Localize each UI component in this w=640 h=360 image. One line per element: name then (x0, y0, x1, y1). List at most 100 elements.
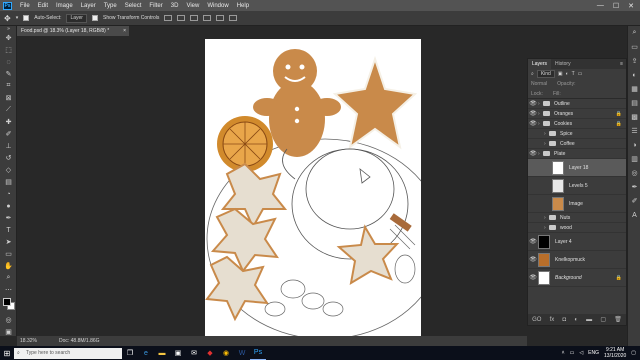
layer-row[interactable]: 👁 › Plate (528, 149, 626, 159)
red-app-icon[interactable]: ◆ (202, 346, 218, 360)
eyedropper-tool-icon[interactable]: ⟋ (0, 104, 17, 116)
network-icon[interactable]: ▭ (570, 350, 575, 356)
swatches-panel-icon[interactable]: ▦ (628, 82, 640, 96)
properties-panel-icon[interactable]: ☰ (628, 124, 640, 138)
align-left-icon[interactable] (164, 15, 173, 21)
canvas-area[interactable] (17, 36, 527, 336)
menu-window[interactable]: Window (203, 3, 232, 9)
type-tool-icon[interactable]: T (0, 224, 17, 236)
blur-tool-icon[interactable]: ◔ (0, 188, 17, 200)
mail-icon[interactable]: ✉ (186, 346, 202, 360)
chrome-icon[interactable]: ◉ (218, 346, 234, 360)
auto-select-checkbox[interactable] (23, 15, 30, 21)
channels-panel-icon[interactable]: ◎ (628, 166, 640, 180)
workspace-icon[interactable]: ▭ (628, 40, 640, 54)
align-right-icon[interactable] (190, 15, 199, 21)
menu-3d[interactable]: 3D (167, 3, 183, 9)
tool-preset-dropdown[interactable]: ▾ (16, 15, 19, 21)
notifications-icon[interactable]: ▢ (631, 350, 636, 356)
paths-panel-icon[interactable]: ✒ (628, 180, 640, 194)
layer-row[interactable]: 👁 Knelkopmuck (528, 251, 626, 269)
layer-thumbnail[interactable] (538, 270, 550, 285)
tray-chevron-icon[interactable]: ˄ (562, 350, 565, 356)
foreground-color-swatch[interactable] (3, 298, 11, 306)
auto-select-dropdown[interactable]: Layer (66, 13, 87, 23)
brushes-panel-icon[interactable]: ✐ (628, 194, 640, 208)
menu-filter[interactable]: Filter (145, 3, 166, 9)
menu-image[interactable]: Image (52, 3, 77, 9)
layer-thumbnail[interactable] (538, 252, 550, 267)
menu-type[interactable]: Type (100, 3, 121, 9)
screen-mode-icon[interactable]: ▣ (0, 326, 17, 338)
photoshop-taskbar-icon[interactable]: Ps (250, 346, 266, 360)
layer-row[interactable]: 👁 › Cookies 🔒 (528, 119, 626, 129)
menu-edit[interactable]: Edit (34, 3, 52, 9)
layer-row[interactable]: 👁 Layer 4 (528, 233, 626, 251)
align-bottom-icon[interactable] (229, 15, 238, 21)
clock[interactable]: 9:21 AM 13/1/2020 (604, 347, 626, 359)
tab-history[interactable]: History (551, 59, 575, 69)
menu-view[interactable]: View (182, 3, 203, 9)
add-style-icon[interactable]: fx (550, 317, 555, 323)
hand-tool-icon[interactable]: ✋ (0, 260, 17, 272)
healing-brush-tool-icon[interactable]: ✚ (0, 116, 17, 128)
crop-tool-icon[interactable]: ⌗ (0, 80, 17, 92)
maximize-button[interactable]: ☐ (613, 2, 619, 10)
patterns-panel-icon[interactable]: ▩ (628, 110, 640, 124)
layer-thumbnail[interactable] (552, 196, 564, 211)
document-tab[interactable]: Food.psd @ 18.3% (Layer 18, RGB/8) * × (17, 26, 129, 36)
taskbar-search-box[interactable]: ⌕ Type here to search (14, 347, 122, 359)
file-explorer-icon[interactable]: ▬ (154, 346, 170, 360)
dodge-tool-icon[interactable]: ● (0, 200, 17, 212)
visibility-eye-icon[interactable]: 👁 (528, 256, 538, 263)
move-tool-icon[interactable]: ✥ (0, 32, 17, 44)
visibility-eye-icon[interactable]: 👁 (528, 274, 538, 281)
filter-type-icon[interactable]: T (572, 71, 575, 77)
layer-row[interactable]: › Nuts (528, 213, 626, 223)
word-icon[interactable]: W (234, 346, 250, 360)
show-transform-checkbox[interactable] (91, 15, 98, 21)
search-icon[interactable]: ⌕ (628, 26, 640, 40)
menu-layer[interactable]: Layer (77, 3, 100, 9)
menu-file[interactable]: File (16, 3, 34, 9)
path-select-tool-icon[interactable]: ➤ (0, 236, 17, 248)
clone-stamp-tool-icon[interactable]: ⊥ (0, 140, 17, 152)
layer-thumbnail[interactable] (538, 234, 550, 249)
windows-start-icon[interactable]: ⊞ (0, 346, 14, 360)
close-window-button[interactable]: ✕ (628, 2, 634, 10)
layer-row[interactable]: Layer 18 (528, 159, 626, 177)
filter-shape-icon[interactable]: ▭ (578, 71, 583, 77)
pen-tool-icon[interactable]: ✒ (0, 212, 17, 224)
new-layer-icon[interactable]: ▢ (600, 316, 606, 323)
store-icon[interactable]: ▣ (170, 346, 186, 360)
artboard[interactable] (205, 39, 421, 336)
gradient-tool-icon[interactable]: ▤ (0, 176, 17, 188)
add-mask-icon[interactable]: ◘ (563, 317, 567, 323)
zoom-tool-icon[interactable]: ⌕ (0, 272, 17, 284)
filter-adjustment-icon[interactable]: ◐ (566, 71, 569, 77)
align-center-icon[interactable] (177, 15, 186, 21)
tab-layers[interactable]: Layers (528, 59, 552, 69)
layer-row[interactable]: 👁 › Outline (528, 99, 626, 109)
zoom-level[interactable]: 18.32% (20, 336, 37, 346)
rectangle-tool-icon[interactable]: ▭ (0, 248, 17, 260)
libraries-panel-icon[interactable]: ▥ (628, 152, 640, 166)
visibility-eye-icon[interactable]: 👁 (528, 238, 538, 245)
layer-row[interactable]: Levels 5 (528, 177, 626, 195)
adjustments-panel-icon[interactable]: ◑ (628, 138, 640, 152)
panel-menu-icon[interactable]: ≡ (620, 59, 626, 69)
language-indicator[interactable]: ENG (588, 350, 599, 356)
delete-layer-icon[interactable]: 🗑 (614, 316, 622, 323)
layer-thumbnail[interactable] (552, 160, 564, 175)
color-swatches[interactable] (0, 296, 17, 314)
visibility-eye-icon[interactable]: 👁 (528, 100, 538, 107)
filter-kind-dropdown[interactable]: Kind (536, 70, 555, 78)
adjustment-layer-icon[interactable]: ◐ (574, 317, 578, 323)
layer-row[interactable]: 👁 › Oranges 🔒 (528, 109, 626, 119)
brush-tool-icon[interactable]: ✐ (0, 128, 17, 140)
move-tool-icon[interactable]: ✥ (4, 14, 11, 23)
volume-icon[interactable]: ◁ (579, 350, 583, 356)
layer-row[interactable]: Image (528, 195, 626, 213)
layer-row[interactable]: › Coffee (528, 139, 626, 149)
menu-select[interactable]: Select (121, 3, 146, 9)
